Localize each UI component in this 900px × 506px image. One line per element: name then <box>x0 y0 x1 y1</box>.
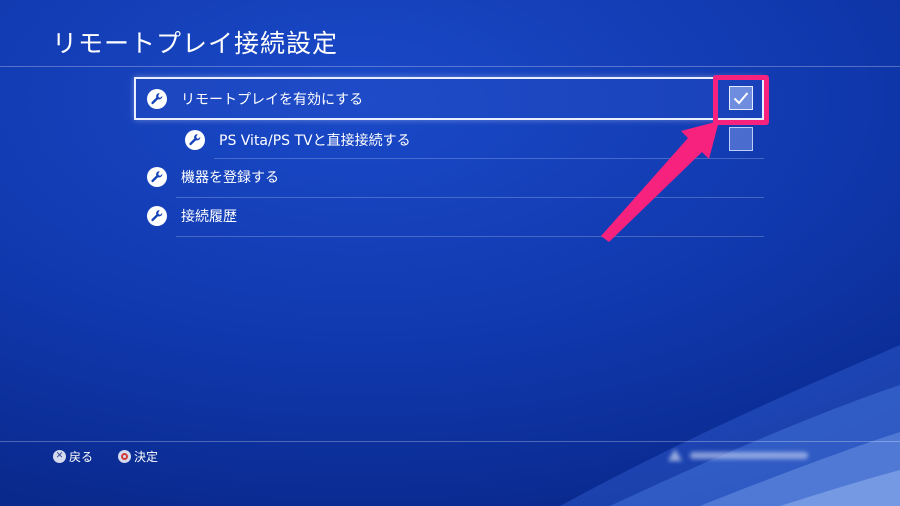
title-divider <box>0 66 900 67</box>
direct-connect-checkbox[interactable] <box>729 127 753 151</box>
confirm-label: 決定 <box>134 450 159 464</box>
menu-divider <box>176 236 764 237</box>
blurred-text <box>690 451 808 459</box>
menu-item-label: リモートプレイを有効にする <box>181 91 364 108</box>
cross-button-icon: ✕ <box>53 450 66 463</box>
page-title: リモートプレイ接続設定 <box>52 29 339 58</box>
back-label: 戻る <box>69 450 94 464</box>
back-hint[interactable]: ✕ 戻る <box>53 448 93 465</box>
confirm-hint[interactable]: 決定 <box>118 448 158 465</box>
wrench-icon <box>146 166 168 188</box>
footer-divider <box>0 441 900 442</box>
checkbox-highlight-annotation <box>713 75 769 125</box>
menu-item-enable-remote-play[interactable]: リモートプレイを有効にする <box>134 77 764 120</box>
wrench-icon <box>146 205 168 227</box>
menu-item-connection-history[interactable]: 接続履歴 <box>134 197 764 235</box>
menu-item-label: 機器を登録する <box>181 170 279 186</box>
menu-item-label: 接続履歴 <box>181 209 237 225</box>
menu-item-register-device[interactable]: 機器を登録する <box>134 158 764 196</box>
menu-item-direct-connect[interactable]: PS Vita/PS TVと直接接続する <box>184 122 764 158</box>
triangle-icon <box>668 449 682 461</box>
circle-button-icon <box>118 450 131 463</box>
wrench-icon <box>146 88 168 110</box>
blurred-status-indicator <box>668 448 808 462</box>
wrench-icon <box>184 129 206 151</box>
menu-item-label: PS Vita/PS TVと直接接続する <box>219 133 411 149</box>
